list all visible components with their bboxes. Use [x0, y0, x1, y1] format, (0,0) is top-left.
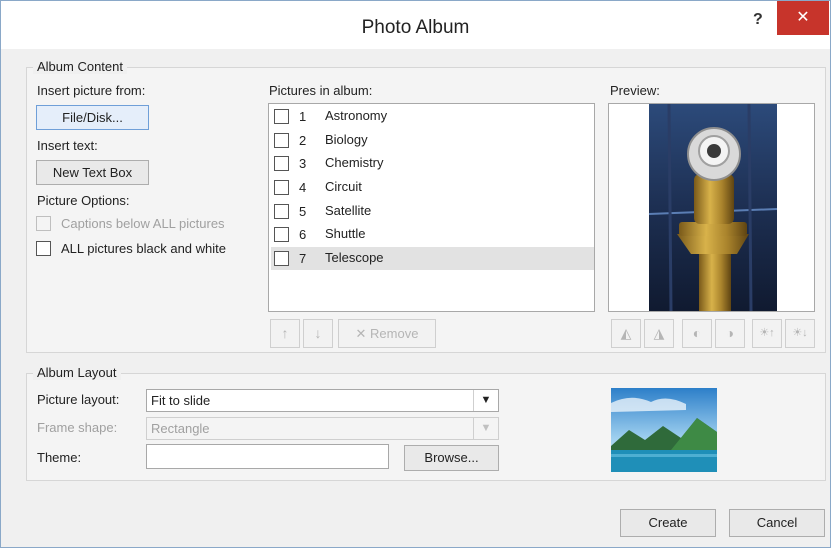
frame-shape-select[interactable]: Rectangle ▼	[146, 417, 499, 440]
telescope-preview-image	[648, 104, 778, 311]
item-checkbox[interactable]	[274, 204, 289, 219]
list-item[interactable]: 5 Satellite	[271, 200, 594, 223]
item-name: Biology	[325, 132, 368, 147]
item-number: 5	[299, 204, 307, 219]
album-content-title: Album Content	[33, 59, 127, 74]
pictures-in-album-label: Pictures in album:	[269, 83, 373, 98]
chevron-down-icon[interactable]: ▼	[473, 418, 498, 439]
remove-button[interactable]: ✕ Remove	[338, 319, 436, 348]
layout-preview-image	[611, 388, 717, 472]
preview-label: Preview:	[610, 83, 660, 98]
chevron-down-icon[interactable]: ▼	[473, 390, 498, 411]
picture-layout-label: Picture layout:	[37, 392, 120, 407]
frame-shape-value: Rectangle	[151, 421, 210, 436]
rotate-right-icon[interactable]: ◮	[644, 319, 674, 348]
dialog-title: Photo Album	[361, 17, 470, 38]
insert-text-label: Insert text:	[37, 138, 98, 153]
create-button[interactable]: Create	[620, 509, 716, 537]
album-layout-title: Album Layout	[33, 365, 121, 380]
item-name: Chemistry	[325, 155, 384, 170]
picture-options-label: Picture Options:	[37, 193, 130, 208]
move-up-button[interactable]: ↑	[270, 319, 300, 348]
list-item-selected[interactable]: 7 Telescope	[271, 247, 594, 270]
browse-button[interactable]: Browse...	[404, 445, 499, 471]
item-checkbox[interactable]	[274, 227, 289, 242]
picture-layout-select[interactable]: Fit to slide ▼	[146, 389, 499, 412]
item-name: Shuttle	[325, 226, 366, 241]
theme-label: Theme:	[37, 450, 82, 465]
title-bar: Photo Album ? ✕	[1, 1, 830, 49]
list-item[interactable]: 3 Chemistry	[271, 152, 594, 175]
list-item[interactable]: 4 Circuit	[271, 176, 594, 199]
item-checkbox[interactable]	[274, 109, 289, 124]
black-white-checkbox[interactable]	[36, 241, 51, 256]
item-number: 3	[299, 156, 307, 171]
item-checkbox[interactable]	[274, 251, 289, 266]
item-name: Satellite	[325, 203, 372, 218]
cancel-button[interactable]: Cancel	[729, 509, 825, 537]
list-item[interactable]: 1 Astronomy	[271, 105, 594, 128]
black-white-label: ALL pictures black and white	[61, 241, 227, 256]
contrast-up-icon[interactable]: ◐	[682, 319, 712, 348]
item-number: 2	[299, 133, 307, 148]
item-name: Astronomy	[325, 108, 388, 123]
item-number: 4	[299, 180, 307, 195]
list-item[interactable]: 2 Biology	[271, 129, 594, 152]
pictures-listbox[interactable]: 1 Astronomy 2 Biology 3 Chemistry 4 Circuit …	[268, 103, 595, 312]
captions-checkbox[interactable]	[36, 216, 51, 231]
close-button[interactable]: ✕	[777, 1, 829, 35]
photo-album-dialog: Photo Album ? ✕ Album Content Insert pic…	[0, 0, 831, 548]
frame-shape-label: Frame shape:	[37, 420, 118, 435]
picture-layout-value: Fit to slide	[151, 393, 211, 408]
brightness-up-icon[interactable]: ☀↑	[752, 319, 782, 348]
item-checkbox[interactable]	[274, 180, 289, 195]
item-name: Circuit	[325, 179, 362, 194]
help-button[interactable]: ?	[753, 11, 763, 29]
item-name: Telescope	[325, 250, 384, 265]
item-checkbox[interactable]	[274, 133, 289, 148]
brightness-down-icon[interactable]: ☀↓	[785, 319, 815, 348]
item-number: 6	[299, 227, 307, 242]
theme-input[interactable]	[146, 444, 389, 469]
preview-pane	[608, 103, 815, 312]
item-number: 1	[299, 109, 307, 124]
item-number: 7	[299, 251, 307, 266]
rotate-left-icon[interactable]: ◭	[611, 319, 641, 348]
new-text-box-button[interactable]: New Text Box	[36, 160, 149, 185]
item-checkbox[interactable]	[274, 156, 289, 171]
captions-label: Captions below ALL pictures	[61, 216, 225, 231]
file-disk-button[interactable]: File/Disk...	[36, 105, 149, 130]
contrast-down-icon[interactable]: ◑	[715, 319, 745, 348]
list-item[interactable]: 6 Shuttle	[271, 223, 594, 246]
insert-picture-label: Insert picture from:	[37, 83, 146, 98]
move-down-button[interactable]: ↓	[303, 319, 333, 348]
